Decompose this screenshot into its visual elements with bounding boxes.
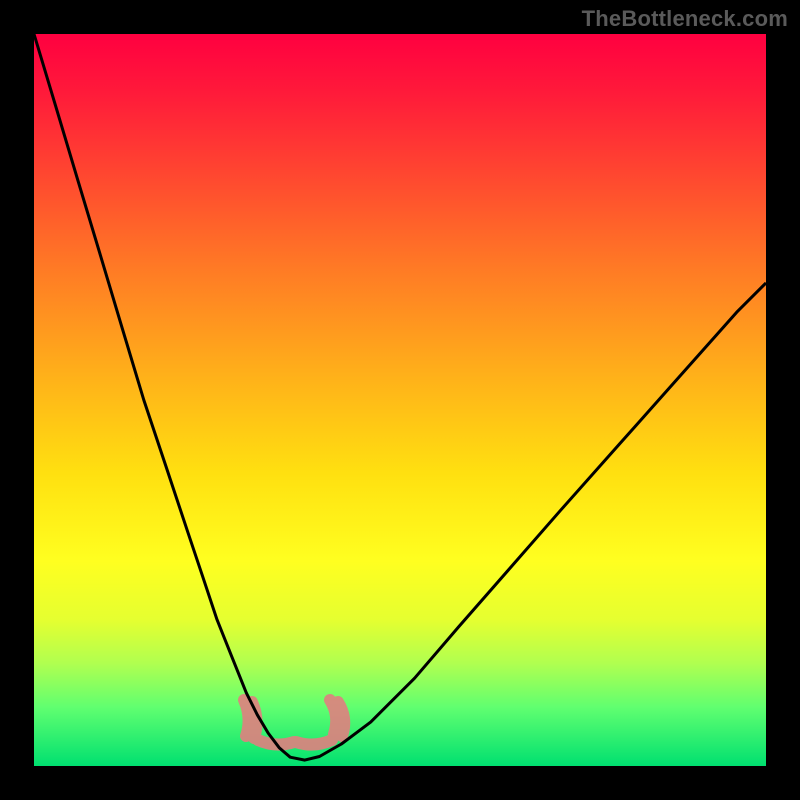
curve-layer (0, 0, 800, 800)
watermark-text: TheBottleneck.com (582, 6, 788, 32)
valley-highlight (244, 700, 344, 745)
chart-frame: TheBottleneck.com (0, 0, 800, 800)
bottleneck-curve (34, 34, 766, 760)
